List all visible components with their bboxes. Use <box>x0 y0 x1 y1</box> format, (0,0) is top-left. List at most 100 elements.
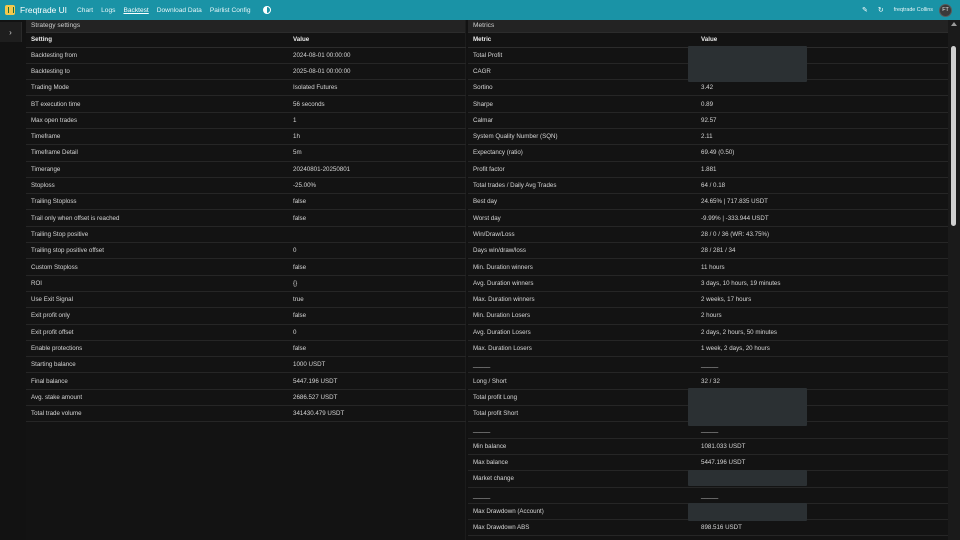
strategy-settings-table: Setting Value Backtesting from 2024-08-01… <box>26 33 466 423</box>
scrollbar-thumb[interactable] <box>951 46 956 226</box>
table-row: Expectancy (ratio) 69.49 (0.50) <box>468 144 948 162</box>
row-label: Max. Duration winners <box>468 291 696 309</box>
row-label: Min balance <box>468 438 696 455</box>
row-value: 898.516 USDT <box>696 519 948 537</box>
table-row: Trailing Stop positive <box>26 226 466 244</box>
row-value: 92.57 <box>696 112 948 129</box>
row-value: false <box>288 340 466 358</box>
row-label: Worst day <box>468 209 696 227</box>
sidebar-toggle-button[interactable]: › <box>0 22 22 42</box>
table-row: Min balance 1081.033 USDT <box>468 438 948 455</box>
row-value: 2 days, 2 hours, 50 minutes <box>696 324 948 341</box>
row-value: 5447.196 USDT <box>288 372 466 390</box>
brand-title[interactable]: Freqtrade UI <box>20 5 67 15</box>
column-header-value: Value <box>696 33 948 48</box>
row-label: Max Drawdown (Account) <box>468 503 696 521</box>
row-label: _____ <box>468 421 696 439</box>
column-header-setting: Setting <box>26 33 288 48</box>
row-label: Stoploss <box>26 177 288 195</box>
row-value: 0.89 <box>696 95 948 113</box>
table-row: _____ _____ <box>468 487 948 504</box>
brand[interactable]: Freqtrade UI <box>5 5 77 15</box>
row-label: System Quality Number (SQN) <box>468 128 696 146</box>
row-label: Expectancy (ratio) <box>468 144 696 162</box>
row-label: Use Exit Signal <box>26 291 288 309</box>
row-label: Max open trades <box>26 112 288 129</box>
nav-links: Chart Logs Backtest Download Data Pairli… <box>77 6 271 14</box>
row-value: {} <box>288 275 466 292</box>
nav-link-pairlist-config[interactable]: Pairlist Config <box>210 7 251 14</box>
row-label: Max. Duration Losers <box>468 340 696 358</box>
refresh-icon[interactable]: ↻ <box>878 6 884 14</box>
row-label: Timerange <box>26 161 288 178</box>
redacted-max-drawdown <box>688 503 807 521</box>
bot-name[interactable]: freqtrade Collins <box>894 7 933 13</box>
row-value: 3.42 <box>696 79 948 97</box>
row-label: Trailing Stoploss <box>26 193 288 211</box>
row-label: Backtesting to <box>26 63 288 81</box>
row-label: Market change <box>468 470 696 488</box>
table-row: System Quality Number (SQN) 2.11 <box>468 128 948 146</box>
row-value: 1081.033 USDT <box>696 438 948 455</box>
row-value: 2.11 <box>696 128 948 146</box>
page-scrollbar[interactable] <box>948 20 960 540</box>
avatar[interactable]: FT <box>939 3 952 17</box>
row-label: Min. Duration winners <box>468 258 696 276</box>
pin-icon[interactable]: ✎ <box>862 6 868 14</box>
row-value: _____ <box>696 356 948 374</box>
table-row: Total trades / Daily Avg Trades 64 / 0.18 <box>468 177 948 195</box>
row-value: 1 week, 2 days, 20 hours <box>696 340 948 358</box>
redacted-profit-long-short <box>688 388 807 426</box>
row-label: Total profit Long <box>468 389 696 407</box>
table-row: Sortino 3.42 <box>468 79 948 97</box>
table-row: Avg. stake amount 2686.527 USDT <box>26 389 466 407</box>
row-label: _____ <box>468 487 696 504</box>
row-value: 20240801-20250801 <box>288 161 466 178</box>
row-value: 0 <box>288 324 466 341</box>
table-row: Enable protections false <box>26 340 466 358</box>
nav-link-download-data[interactable]: Download Data <box>157 7 202 14</box>
row-value: false <box>288 258 466 276</box>
scroll-up-arrow-icon[interactable] <box>951 22 957 26</box>
nav-link-logs[interactable]: Logs <box>101 7 115 14</box>
row-value: 1h <box>288 128 466 146</box>
row-label: Timeframe <box>26 128 288 146</box>
row-label: Final balance <box>26 372 288 390</box>
table-row: Max balance 5447.196 USDT <box>468 454 948 472</box>
row-label: Starting balance <box>26 356 288 374</box>
table-row: Trading Mode Isolated Futures <box>26 79 466 97</box>
table-row: Profit factor 1.881 <box>468 161 948 178</box>
theme-toggle-icon[interactable] <box>262 6 271 14</box>
nav-link-chart[interactable]: Chart <box>77 7 93 14</box>
table-header-row: Setting Value <box>26 33 466 48</box>
row-label: Trailing stop positive offset <box>26 242 288 260</box>
table-row: Final balance 5447.196 USDT <box>26 372 466 390</box>
nav-right: ✎ ↻ freqtrade Collins FT <box>862 0 952 20</box>
row-label: Total trades / Daily Avg Trades <box>468 177 696 195</box>
row-label: Timeframe Detail <box>26 144 288 162</box>
nav-link-backtest[interactable]: Backtest <box>123 7 148 14</box>
row-value: 2 hours <box>696 307 948 325</box>
metrics-table: Metric Value Total Profit CAGR Sortino 3.42… <box>468 33 948 537</box>
table-row: Days win/draw/loss 28 / 281 / 34 <box>468 242 948 260</box>
table-row: Max. Duration Losers 1 week, 2 days, 20 h… <box>468 340 948 358</box>
table-row: _____ _____ <box>468 356 948 374</box>
row-label: Best day <box>468 193 696 211</box>
table-row: ROI{} <box>26 275 466 292</box>
table-row: BT execution time 56 seconds <box>26 95 466 113</box>
row-value: false <box>288 307 466 325</box>
row-value: true <box>288 291 466 309</box>
row-value: 24.65% | 717.835 USDT <box>696 193 948 211</box>
row-label: Days win/draw/loss <box>468 242 696 260</box>
table-row: Use Exit Signal true <box>26 291 466 309</box>
table-row: Best day 24.65% | 717.835 USDT <box>468 193 948 211</box>
row-label: BT execution time <box>26 95 288 113</box>
table-row: Backtesting to 2025-08-01 00:00:00 <box>26 63 466 81</box>
row-label: Enable protections <box>26 340 288 358</box>
freqtrade-logo-icon <box>5 5 15 15</box>
row-label: Avg. Duration Losers <box>468 324 696 341</box>
row-label: Min. Duration Losers <box>468 307 696 325</box>
row-value: Isolated Futures <box>288 79 466 97</box>
row-value: _____ <box>696 487 948 504</box>
row-value: 3 days, 10 hours, 19 minutes <box>696 275 948 292</box>
